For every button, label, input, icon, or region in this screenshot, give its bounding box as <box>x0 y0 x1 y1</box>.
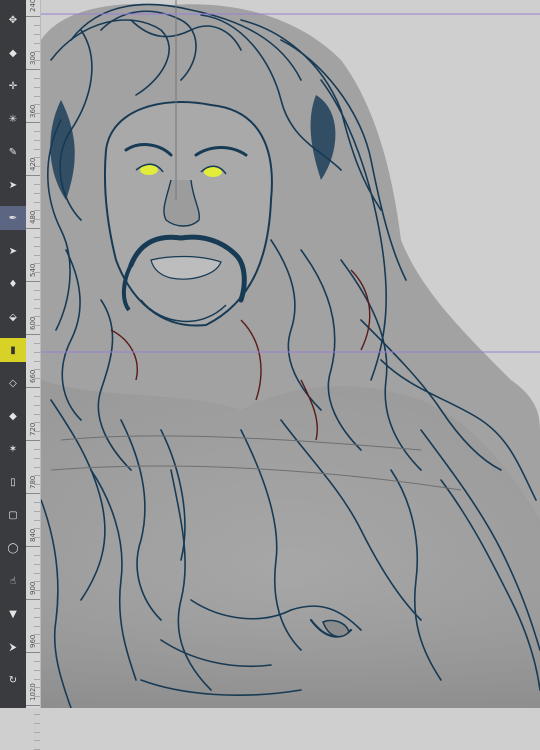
ruler-minor-tick <box>34 360 40 362</box>
tool-palette: ✥ ◆ ✛ ✳ ✎ ➤ ✒ ➤ ♦ ⬙ ▮ ◇ ◆ ✶ ▯ ▢ ◯ ☝ ▼ ⮞ ↻ <box>0 0 26 708</box>
ruler-label: 300 <box>29 51 37 65</box>
ruler-label: 240 <box>29 0 37 12</box>
ruler-minor-tick <box>34 466 40 468</box>
transform-tool-icon[interactable]: ◆ <box>0 41 26 65</box>
vector-tool-icon[interactable]: ⮞ <box>0 635 26 659</box>
ruler-minor-tick <box>34 510 40 512</box>
ruler-minor-tick <box>34 77 40 79</box>
ink-tool-icon[interactable]: ♦ <box>0 272 26 296</box>
ruler-minor-tick <box>34 519 40 521</box>
ruler-label: 1020 <box>29 683 37 701</box>
ruler-minor-tick <box>34 669 40 671</box>
ruler-major-tick <box>26 228 40 229</box>
ruler-minor-tick <box>34 660 40 662</box>
ruler-minor-tick <box>34 572 40 574</box>
ruler-minor-tick <box>34 351 40 353</box>
crop-tool-icon[interactable]: ✛ <box>0 74 26 98</box>
ruler-minor-tick <box>34 554 40 556</box>
ruler-minor-tick <box>34 616 40 618</box>
gradient-tool-icon[interactable]: ▮ <box>0 338 26 362</box>
ruler-minor-tick <box>34 404 40 406</box>
ruler-major-tick <box>26 652 40 653</box>
ruler-minor-tick <box>34 607 40 609</box>
ruler-major-tick <box>26 599 40 600</box>
ruler-label: 660 <box>29 369 37 383</box>
ruler-label: 720 <box>29 422 37 436</box>
ruler-major-tick <box>26 493 40 494</box>
ruler-minor-tick <box>34 501 40 503</box>
ruler-minor-tick <box>34 307 40 309</box>
rotate-tool-icon[interactable]: ↻ <box>0 668 26 692</box>
blend-tool-icon[interactable]: ◇ <box>0 371 26 395</box>
figure-tool-icon[interactable]: ▯ <box>0 470 26 494</box>
ruler-major-tick <box>26 387 40 388</box>
ruler-minor-tick <box>34 678 40 680</box>
ruler-major-tick <box>26 281 40 282</box>
ruler-minor-tick <box>34 413 40 415</box>
ruler-major-tick <box>26 175 40 176</box>
ruler-minor-tick <box>34 731 40 733</box>
pen-tool-icon[interactable]: ✒ <box>0 206 26 230</box>
ruler-minor-tick <box>34 563 40 565</box>
ruler-minor-tick <box>34 342 40 344</box>
ruler-label: 540 <box>29 263 37 277</box>
lasso-tool-icon[interactable]: ◯ <box>0 536 26 560</box>
ruler-minor-tick <box>34 625 40 627</box>
ruler-label: 780 <box>29 475 37 489</box>
ruler-label: 480 <box>29 210 37 224</box>
pencil-tool-icon[interactable]: ➤ <box>0 239 26 263</box>
ruler-minor-tick <box>34 236 40 238</box>
ruler-minor-tick <box>34 722 40 724</box>
ruler-major-tick <box>26 122 40 123</box>
text-tool-icon[interactable]: ✶ <box>0 437 26 461</box>
ruler-label: 600 <box>29 316 37 330</box>
ruler-label: 900 <box>29 581 37 595</box>
zoom-tool-icon[interactable]: ▼ <box>0 602 26 626</box>
ruler-minor-tick <box>34 33 40 35</box>
ruler-minor-tick <box>34 192 40 194</box>
vertical-ruler: 240 300 360 420 480 540 600 660 720 780 840 900 960 1… <box>26 0 41 750</box>
ruler-label: 360 <box>29 104 37 118</box>
fill-tool-icon[interactable]: ⬙ <box>0 305 26 329</box>
brush-tool-icon[interactable]: ➤ <box>0 173 26 197</box>
eyedropper-tool-icon[interactable]: ✎ <box>0 140 26 164</box>
ruler-major-tick <box>26 69 40 70</box>
ruler-minor-tick <box>34 740 40 742</box>
ruler-minor-tick <box>34 245 40 247</box>
ruler-major-tick <box>26 334 40 335</box>
frame-tool-icon[interactable]: ▢ <box>0 503 26 527</box>
erase-tool-icon[interactable]: ◆ <box>0 404 26 428</box>
ruler-minor-tick <box>34 395 40 397</box>
ruler-minor-tick <box>34 298 40 300</box>
ruler-minor-tick <box>34 148 40 150</box>
ruler-minor-tick <box>34 139 40 141</box>
ruler-minor-tick <box>34 130 40 132</box>
ruler-minor-tick <box>34 448 40 450</box>
ruler-label: 420 <box>29 157 37 171</box>
ruler-minor-tick <box>34 24 40 26</box>
ruler-label: 960 <box>29 634 37 648</box>
ruler-minor-tick <box>34 201 40 203</box>
ruler-major-tick <box>26 546 40 547</box>
ruler-minor-tick <box>34 254 40 256</box>
drawing-canvas[interactable] <box>40 0 540 709</box>
ruler-minor-tick <box>34 289 40 291</box>
ruler-label: 840 <box>29 528 37 542</box>
ruler-minor-tick <box>34 42 40 44</box>
sketch-artwork <box>40 0 540 709</box>
ruler-major-tick <box>26 705 40 706</box>
ruler-major-tick <box>26 440 40 441</box>
magic-wand-tool-icon[interactable]: ✳ <box>0 107 26 131</box>
ruler-minor-tick <box>34 183 40 185</box>
ruler-minor-tick <box>34 457 40 459</box>
move-tool-icon[interactable]: ✥ <box>0 8 26 32</box>
ruler-minor-tick <box>34 713 40 715</box>
ruler-minor-tick <box>34 86 40 88</box>
ruler-minor-tick <box>34 95 40 97</box>
hand-tool-icon[interactable]: ☝ <box>0 569 26 593</box>
ruler-major-tick <box>26 16 40 17</box>
